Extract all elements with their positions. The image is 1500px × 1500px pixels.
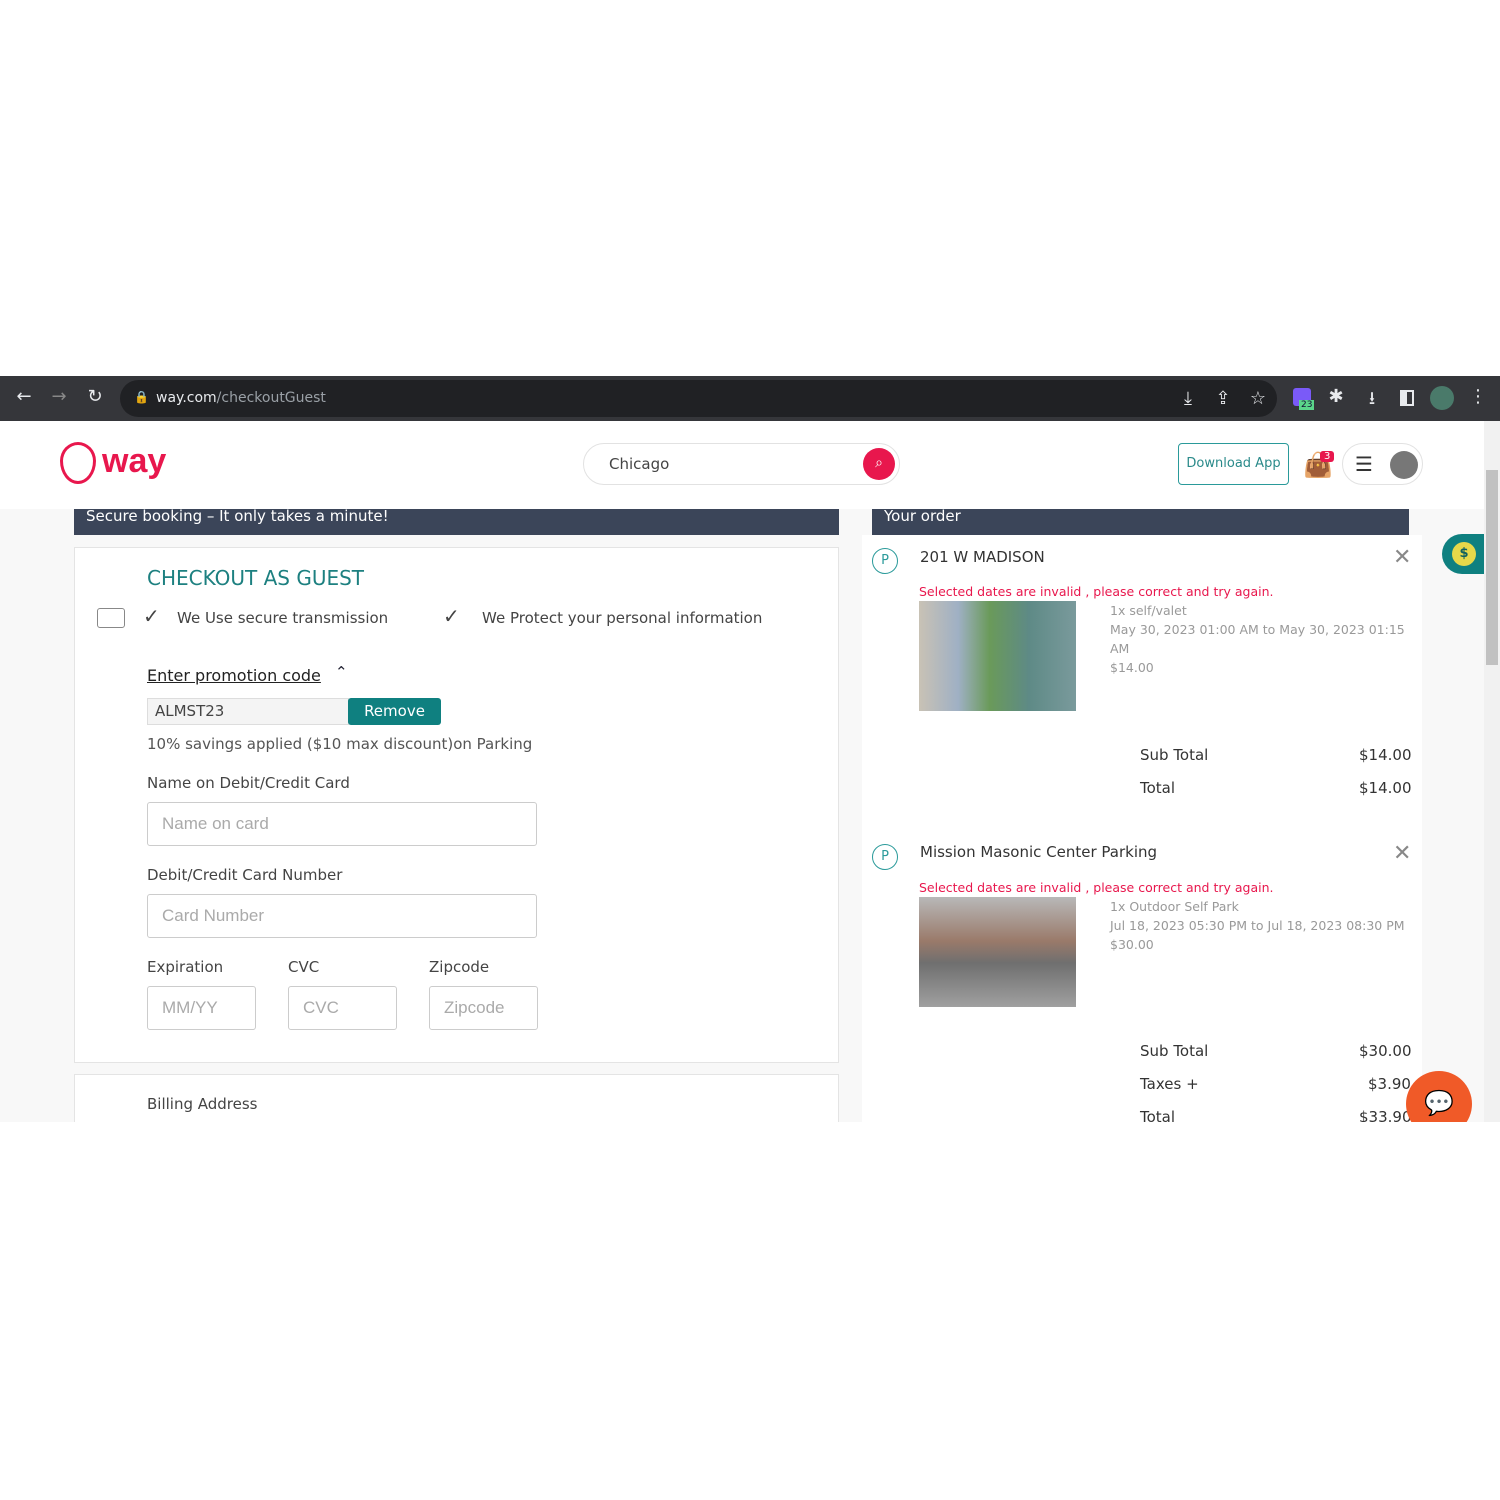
scrollbar-thumb[interactable] — [1486, 470, 1498, 665]
taxes-toggle[interactable]: Taxes + — [1140, 1075, 1199, 1093]
reload-icon[interactable]: ↻ — [83, 386, 107, 407]
total-label: Total — [1140, 1108, 1176, 1122]
promo-code-input[interactable]: ALMST23 — [147, 698, 349, 725]
lock-icon: 🔒 — [134, 390, 149, 404]
download-icon[interactable]: ⭳ — [1360, 386, 1384, 416]
order-panel: P 201 W MADISON ✕ Selected dates are inv… — [862, 535, 1422, 1122]
expiration-input[interactable]: MM/YY — [147, 986, 256, 1030]
expiration-label: Expiration — [147, 958, 224, 976]
cashback-button[interactable]: $ — [1442, 534, 1484, 574]
zipcode-label: Zipcode — [429, 958, 490, 976]
total-value: $33.90 — [1359, 1108, 1412, 1122]
parking-photo — [919, 897, 1076, 1007]
subtotal-value: $14.00 — [1359, 746, 1412, 764]
cvc-label: CVC — [288, 958, 320, 976]
dollar-icon: $ — [1452, 542, 1476, 566]
profile-avatar[interactable] — [1430, 386, 1454, 410]
order-qty: 1x self/valet — [1110, 603, 1187, 618]
name-label: Name on Debit/Credit Card — [147, 774, 350, 792]
page: way Chicago ⌕ Download App 👜 3 ☰ Secure … — [0, 421, 1484, 1122]
total-value: $14.00 — [1359, 779, 1412, 797]
assurance-text: We Use secure transmission — [177, 609, 389, 627]
search-icon[interactable]: ⌕ — [863, 448, 895, 480]
hamburger-icon[interactable]: ☰ — [1355, 452, 1373, 476]
error-message: Selected dates are invalid , please corr… — [919, 880, 1274, 895]
browser-toolbar: ← → ↻ 🔒 way.com/checkoutGuest ⤓ ⇪ ☆ 23 ✱… — [0, 376, 1500, 421]
secure-booking-banner: Secure booking – It only takes a minute! — [74, 509, 839, 535]
close-icon[interactable]: ✕ — [1393, 841, 1411, 866]
parking-icon: P — [872, 548, 898, 574]
card-number-label: Debit/Credit Card Number — [147, 866, 343, 884]
order-item-name: 201 W MADISON — [920, 548, 1045, 566]
order-dates: Jul 18, 2023 05:30 PM to Jul 18, 2023 08… — [1110, 918, 1405, 933]
url-host: way.com — [156, 390, 217, 406]
puzzle-icon[interactable]: ✱ — [1324, 386, 1348, 407]
cart-count-badge: 3 — [1320, 451, 1335, 462]
order-item-details: 1x self/valet May 30, 2023 01:00 AM to M… — [1110, 601, 1410, 677]
star-icon[interactable]: ☆ — [1246, 388, 1270, 409]
parking-photo — [919, 601, 1076, 711]
close-icon[interactable]: ✕ — [1393, 545, 1411, 570]
page-title: CHECKOUT AS GUEST — [147, 566, 365, 590]
zipcode-input[interactable]: Zipcode — [429, 986, 538, 1030]
chevron-up-icon[interactable]: ⌃ — [335, 663, 348, 681]
parking-icon: P — [872, 844, 898, 870]
extension-badge: 23 — [1299, 400, 1315, 410]
search-input[interactable]: Chicago — [609, 455, 669, 473]
subtotal-label: Sub Total — [1140, 1042, 1209, 1060]
forward-icon[interactable]: → — [47, 386, 71, 407]
way-logo[interactable]: way — [60, 442, 166, 485]
order-item-details: 1x Outdoor Self Park Jul 18, 2023 05:30 … — [1110, 897, 1410, 954]
order-price: $14.00 — [1110, 660, 1154, 675]
card-number-input[interactable]: Card Number — [147, 894, 537, 938]
check-icon: ✓ — [143, 604, 160, 628]
assurance-text: We Protect your personal information — [482, 609, 763, 627]
checkout-card: CHECKOUT AS GUEST ✓ We Use secure transm… — [74, 547, 839, 1063]
error-message: Selected dates are invalid , please corr… — [919, 584, 1274, 599]
install-icon[interactable]: ⤓ — [1176, 388, 1200, 409]
promo-code-link[interactable]: Enter promotion code — [147, 666, 321, 685]
search-box[interactable]: Chicago ⌕ — [583, 443, 900, 485]
remove-promo-button[interactable]: Remove — [348, 698, 441, 725]
sidepanel-icon[interactable] — [1400, 390, 1414, 406]
subtotal-value: $30.00 — [1359, 1042, 1412, 1060]
user-avatar[interactable] — [1390, 451, 1418, 479]
kebab-menu-icon[interactable]: ⋮ — [1466, 386, 1490, 407]
total-label: Total — [1140, 779, 1176, 797]
check-icon: ✓ — [443, 604, 460, 628]
name-on-card-input[interactable]: Name on card — [147, 802, 537, 846]
order-price: $30.00 — [1110, 937, 1154, 952]
share-icon[interactable]: ⇪ — [1211, 388, 1235, 409]
user-menu[interactable]: ☰ — [1342, 443, 1423, 485]
your-order-banner: Your order — [872, 509, 1409, 535]
order-dates: May 30, 2023 01:00 AM to May 30, 2023 01… — [1110, 622, 1405, 656]
order-qty: 1x Outdoor Self Park — [1110, 899, 1239, 914]
address-bar[interactable]: 🔒 way.com/checkoutGuest ⤓ ⇪ ☆ — [120, 380, 1277, 417]
url-path: /checkoutGuest — [216, 390, 326, 406]
subtotal-label: Sub Total — [1140, 746, 1209, 764]
order-item-name: Mission Masonic Center Parking — [920, 843, 1158, 861]
promo-note: 10% savings applied ($10 max discount)on… — [147, 735, 533, 753]
chat-icon: 💬 — [1424, 1089, 1454, 1117]
download-app-button[interactable]: Download App — [1178, 443, 1289, 485]
cvc-input[interactable]: CVC — [288, 986, 397, 1030]
secure-card-icon — [97, 608, 125, 628]
back-icon[interactable]: ← — [12, 386, 36, 407]
billing-card: Billing Address — [74, 1074, 839, 1122]
taxes-value: $3.90 — [1368, 1075, 1411, 1093]
billing-label: Billing Address — [147, 1095, 258, 1113]
